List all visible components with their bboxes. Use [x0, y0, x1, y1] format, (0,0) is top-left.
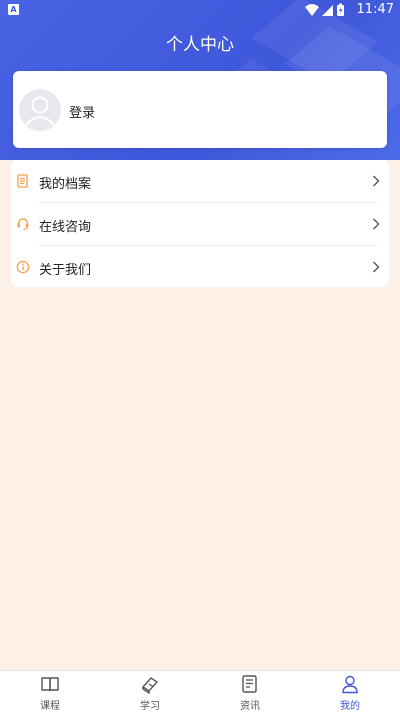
- book-icon: [41, 677, 59, 692]
- tab-courses[interactable]: 课程: [0, 671, 100, 712]
- page-title: 个人中心: [166, 35, 234, 55]
- menu-item-label: 我的档案: [39, 177, 92, 192]
- signal-icon: [322, 5, 333, 16]
- menu-item-about-us[interactable]: 关于我们: [11, 246, 389, 288]
- tab-label: 课程: [40, 701, 60, 712]
- status-time: 11:47: [356, 2, 394, 17]
- login-link[interactable]: 登录: [69, 102, 95, 121]
- tab-label: 资讯: [240, 701, 260, 712]
- menu-item-label: 在线咨询: [39, 220, 92, 235]
- tab-news[interactable]: 资讯: [200, 671, 300, 712]
- menu-item-label: 关于我们: [39, 263, 92, 278]
- avatar[interactable]: [19, 89, 61, 131]
- news-icon: [242, 675, 257, 693]
- info-icon: [16, 260, 30, 274]
- person-icon: [342, 675, 358, 694]
- chevron-right-icon: [373, 218, 380, 230]
- status-icons: [305, 3, 344, 16]
- notification-icon: A: [8, 4, 19, 15]
- tab-study[interactable]: 学习: [100, 671, 200, 712]
- bottom-tab-bar: 课程 学习 资讯 我的: [0, 670, 400, 712]
- menu-card: 我的档案 在线咨询 关于我们: [11, 160, 389, 287]
- battery-icon: [337, 3, 344, 16]
- status-bar: A 11:47: [0, 0, 400, 20]
- menu-item-my-records[interactable]: 我的档案: [11, 160, 389, 202]
- tab-label: 学习: [140, 701, 160, 712]
- document-icon: [17, 174, 28, 188]
- headset-icon: [17, 218, 29, 231]
- wifi-icon: [305, 4, 319, 16]
- textbook-icon: [141, 677, 159, 694]
- menu-item-online-consult[interactable]: 在线咨询: [11, 203, 389, 245]
- avatar-placeholder-icon: [25, 96, 55, 126]
- profile-card[interactable]: 登录: [13, 71, 387, 148]
- chevron-right-icon: [373, 175, 380, 187]
- tab-label: 我的: [340, 701, 360, 712]
- tab-mine[interactable]: 我的: [300, 671, 400, 712]
- chevron-right-icon: [373, 261, 380, 273]
